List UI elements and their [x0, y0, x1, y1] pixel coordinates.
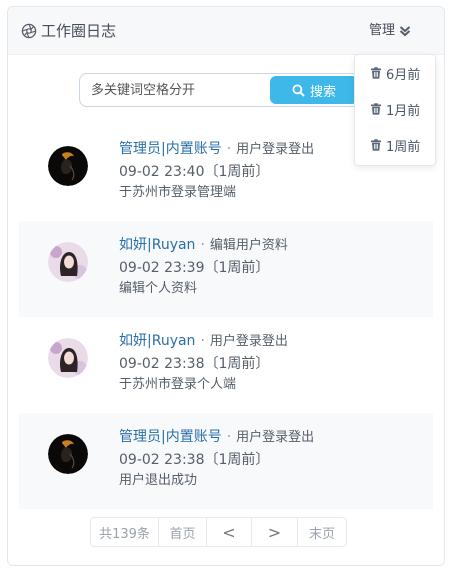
log-headline: 管理员|内置账号 · 用户登录登出 [119, 427, 314, 448]
log-action: 编辑用户资料 [209, 238, 288, 253]
log-headline: 如妍|Ruyan · 用户登录登出 [119, 331, 288, 352]
panel-header: 工作圈日志 管理 [8, 7, 444, 55]
search-input[interactable] [80, 74, 270, 106]
menu-item-label: 1周前 [386, 139, 421, 155]
log-timestamp: 09-02 23:39〔1周前〕 [119, 260, 270, 276]
log-panel: 工作圈日志 管理 6月前 1月前 1周前 搜索 [7, 6, 445, 566]
avatar[interactable] [48, 434, 88, 474]
manage-dropdown-button[interactable]: 管理 [369, 21, 411, 41]
pagination-total: 共139条 [91, 518, 159, 546]
username-link[interactable]: 管理员|内置账号 [119, 429, 222, 445]
log-headline: 管理员|内置账号 · 用户登录登出 [119, 139, 314, 160]
chevron-double-down-icon [399, 26, 411, 37]
separator-dot: · [200, 333, 205, 349]
list-item: 管理员|内置账号 · 用户登录登出 09-02 23:38〔1周前〕 用户退出成功 [19, 413, 433, 509]
avatar[interactable] [48, 338, 88, 378]
username-link[interactable]: 如妍|Ruyan [119, 333, 195, 349]
username-link[interactable]: 如妍|Ruyan [119, 237, 195, 253]
search-bar: 搜索 [79, 73, 361, 107]
trash-icon [371, 67, 381, 79]
avatar[interactable] [48, 242, 88, 282]
separator-dot: · [226, 429, 232, 445]
log-detail: 编辑个人资料 [119, 281, 198, 296]
last-page-button[interactable]: 末页 [298, 518, 346, 546]
log-timestamp: 09-02 23:38〔1周前〕 [119, 356, 270, 372]
pagination: 共139条 首页 < > 末页 [90, 517, 347, 547]
avatar[interactable] [48, 146, 88, 186]
menu-item-delete-6-months[interactable]: 6月前 [355, 55, 435, 91]
username-link[interactable]: 管理员|内置账号 [119, 141, 222, 157]
log-action: 用户登录登出 [236, 142, 315, 157]
prev-page-button[interactable]: < [207, 518, 252, 546]
separator-dot: · [200, 237, 205, 253]
aperture-icon [21, 23, 37, 39]
log-timestamp: 09-02 23:40〔1周前〕 [119, 164, 270, 180]
manage-label: 管理 [369, 23, 396, 38]
log-action: 用户登录登出 [209, 334, 288, 349]
log-detail: 用户退出成功 [119, 473, 198, 488]
log-action: 用户登录登出 [236, 430, 315, 445]
log-timestamp: 09-02 23:38〔1周前〕 [119, 452, 270, 468]
separator-dot: · [226, 141, 232, 157]
search-icon [292, 84, 305, 97]
next-page-button[interactable]: > [252, 518, 298, 546]
menu-item-label: 1月前 [386, 103, 421, 119]
log-headline: 如妍|Ruyan · 编辑用户资料 [119, 235, 288, 256]
manage-dropdown-menu: 6月前 1月前 1周前 [354, 54, 436, 166]
list-item: 如妍|Ruyan · 用户登录登出 09-02 23:38〔1周前〕 于苏州市登录个… [19, 317, 433, 413]
first-page-button[interactable]: 首页 [159, 518, 207, 546]
menu-item-delete-1-month[interactable]: 1月前 [355, 91, 435, 127]
search-button-label: 搜索 [309, 84, 336, 100]
log-detail: 于苏州市登录管理端 [119, 185, 237, 200]
page-title: 工作圈日志 [41, 22, 117, 40]
menu-item-label: 6月前 [386, 67, 421, 83]
activity-feed: 管理员|内置账号 · 用户登录登出 09-02 23:40〔1周前〕 于苏州市登录管… [19, 125, 433, 509]
list-item: 如妍|Ruyan · 编辑用户资料 09-02 23:39〔1周前〕 编辑个人资料 [19, 221, 433, 317]
log-detail: 于苏州市登录个人端 [119, 377, 237, 392]
menu-item-delete-1-week[interactable]: 1周前 [355, 127, 435, 163]
search-button[interactable]: 搜索 [270, 76, 358, 104]
trash-icon [371, 139, 381, 151]
trash-icon [371, 103, 381, 115]
